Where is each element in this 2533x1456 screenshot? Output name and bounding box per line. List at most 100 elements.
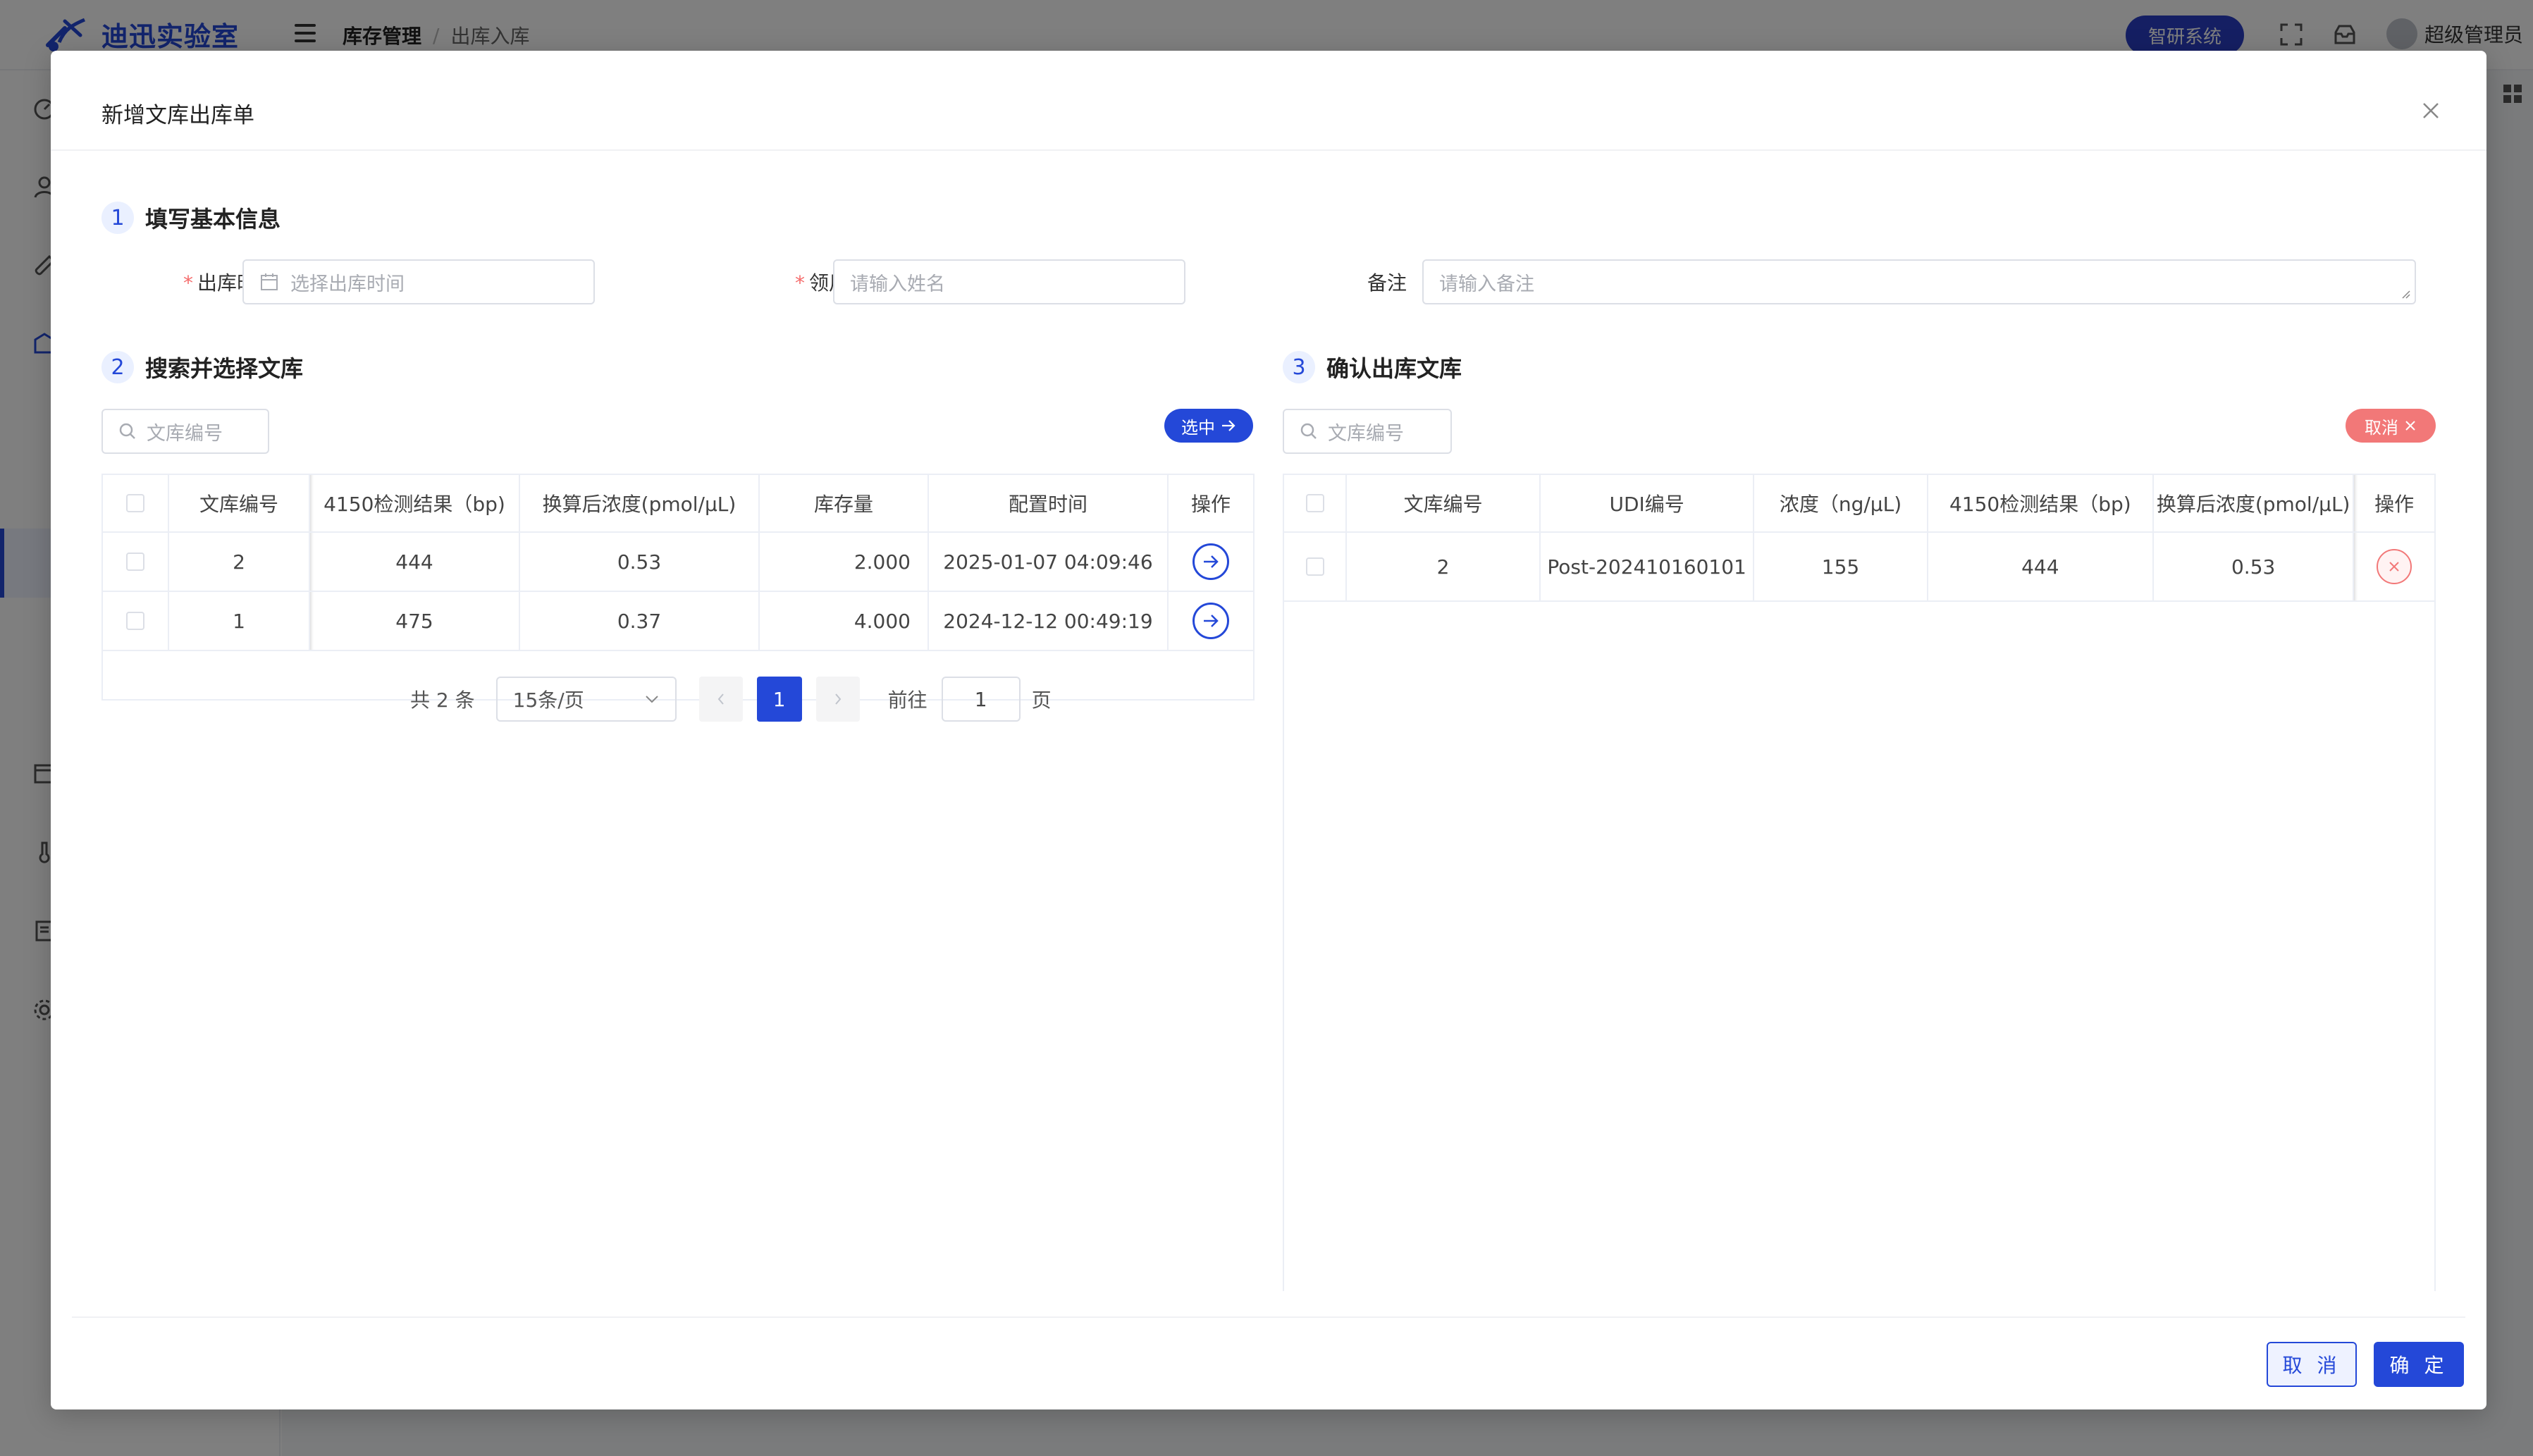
search-icon [1300,423,1317,439]
search-icon [119,423,135,439]
col-action: 操作 [2354,475,2434,531]
select-button-label: 选中 [1181,417,1215,438]
dialog-header: 新增文库出库单 [51,51,2486,151]
table-header-row: 文库编号 4150检测结果（bp) 换算后浓度(pmol/μL) 库存量 配置时… [103,475,1253,533]
row-checkbox-cell [1284,533,1348,600]
add-to-outbound-button[interactable] [1192,543,1229,580]
col-4150-result[interactable]: 4150检测结果（bp) [310,475,520,531]
col-4150-result[interactable]: 4150检测结果（bp) [1928,475,2154,531]
step-number: 1 [101,202,134,234]
remark-textarea[interactable]: 请输入备注 [1422,259,2416,304]
select-button[interactable]: 选中 [1164,409,1253,443]
col-converted-conc[interactable]: 换算后浓度(pmol/μL) [2154,475,2355,531]
footer-divider [72,1316,2465,1318]
page-suffix: 页 [1031,689,1052,712]
section-title: 搜索并选择文库 [145,355,304,382]
row-checkbox-cell [103,533,169,591]
select-all-cell [1284,475,1348,531]
cell-udi: Post-202410160101 [1541,533,1755,600]
page-size-value: 15条/页 [512,689,584,712]
cell-converted-conc: 0.37 [520,592,760,650]
row-checkbox-cell [103,592,169,650]
outbound-search-input[interactable]: 文库编号 [1283,409,1452,454]
cell-concentration-ng: 155 [1754,533,1928,600]
close-icon [2389,562,2399,572]
row-checkbox[interactable] [1305,557,1324,576]
chevron-left-icon [717,693,724,705]
page-size-select[interactable]: 15条/页 [495,677,677,722]
step-number: 2 [101,351,134,383]
col-udi[interactable]: UDI编号 [1541,475,1755,531]
col-stock[interactable]: 库存量 [760,475,929,531]
chevron-right-icon [834,693,841,705]
outbound-search-placeholder: 文库编号 [1328,422,1404,445]
cell-4150-result: 475 [310,592,520,650]
row-checkbox[interactable] [126,553,144,571]
col-action: 操作 [1190,493,1231,516]
goto-page-input[interactable]: 1 [941,677,1021,722]
row-checkbox[interactable] [126,612,144,630]
cell-library-id: 2 [169,533,310,591]
dialog-title: 新增文库出库单 [101,103,254,128]
page-number-current[interactable]: 1 [756,677,802,722]
table-row[interactable]: 1 475 0.37 4.000 2024-12-12 00:49:19 [103,592,1253,651]
section-title: 确认出库文库 [1326,355,1462,382]
select-all-cell [103,475,169,531]
out-time-picker[interactable]: 选择出库时间 [242,259,595,304]
cell-config-time: 2024-12-12 00:49:19 [929,592,1169,650]
cell-library-id: 1 [169,592,310,650]
calendar-icon [261,273,278,290]
library-search-placeholder: 文库编号 [147,422,223,445]
prev-page-button[interactable] [698,677,743,722]
add-to-outbound-button[interactable] [1192,603,1229,639]
section-basic-info: 1 填写基本信息 [101,202,281,234]
pagination: 共 2 条 15条/页 1 前往 1 页 [410,677,1052,722]
col-library-id[interactable]: 文库编号 [1347,475,1541,531]
arrow-right-icon [1222,420,1235,431]
cell-library-id: 2 [1347,533,1541,600]
cell-action [2354,533,2434,600]
new-library-outbound-dialog: 新增文库出库单 1 填写基本信息 *出库时间 选择出库时间 *领用人 请输入姓名… [51,51,2486,1409]
table-row[interactable]: 2 444 0.53 2.000 2025-01-07 04:09:46 [103,533,1253,592]
cell-converted-conc: 0.53 [2154,533,2355,600]
cell-config-time: 2025-01-07 04:09:46 [929,533,1169,591]
section-confirm-outbound: 3 确认出库文库 [1283,351,1462,383]
chevron-down-icon [645,696,658,703]
confirm-button[interactable]: 确 定 [2374,1342,2464,1387]
cell-converted-conc: 0.53 [520,533,760,591]
arrow-right-icon [1204,615,1219,627]
cell-action [1169,533,1253,591]
remove-selected-label: 取消 [2365,417,2398,438]
goto-label: 前往 [887,689,927,712]
cell-stock: 2.000 [760,533,929,591]
recipient-placeholder: 请输入姓名 [850,273,945,295]
pagination-total: 共 2 条 [410,689,475,712]
next-page-button[interactable] [815,677,860,722]
select-all-checkbox[interactable] [126,494,144,512]
library-search-input[interactable]: 文库编号 [101,409,269,454]
col-config-time[interactable]: 配置时间 [929,475,1169,531]
resize-handle-icon[interactable] [2401,289,2410,299]
remove-selected-button[interactable]: 取消 [2346,409,2436,443]
remark-placeholder: 请输入备注 [1439,273,1534,295]
remark-label: 备注 [1367,271,1407,295]
cell-action [1169,592,1253,650]
select-all-checkbox[interactable] [1305,494,1324,512]
section-title: 填写基本信息 [145,206,281,233]
cancel-button[interactable]: 取 消 [2267,1342,2357,1387]
recipient-input[interactable]: 请输入姓名 [833,259,1185,304]
outbound-table: 文库编号 UDI编号 浓度（ng/μL) 4150检测结果（bp) 换算后浓度(… [1283,474,2436,1291]
col-library-id[interactable]: 文库编号 [169,475,310,531]
cell-4150-result: 444 [310,533,520,591]
out-time-placeholder: 选择出库时间 [290,273,405,295]
cell-4150-result: 444 [1928,533,2154,600]
col-concentration-ng[interactable]: 浓度（ng/μL) [1754,475,1928,531]
remove-row-button[interactable] [2377,549,2412,584]
cell-stock: 4.000 [760,592,929,650]
arrow-right-icon [1204,555,1219,568]
close-icon [2405,421,2415,431]
close-icon[interactable] [2422,101,2440,120]
table-row[interactable]: 2 Post-202410160101 155 444 0.53 [1284,533,2434,602]
table-header-row: 文库编号 UDI编号 浓度（ng/μL) 4150检测结果（bp) 换算后浓度(… [1284,475,2434,533]
col-converted-conc[interactable]: 换算后浓度(pmol/μL) [520,475,760,531]
